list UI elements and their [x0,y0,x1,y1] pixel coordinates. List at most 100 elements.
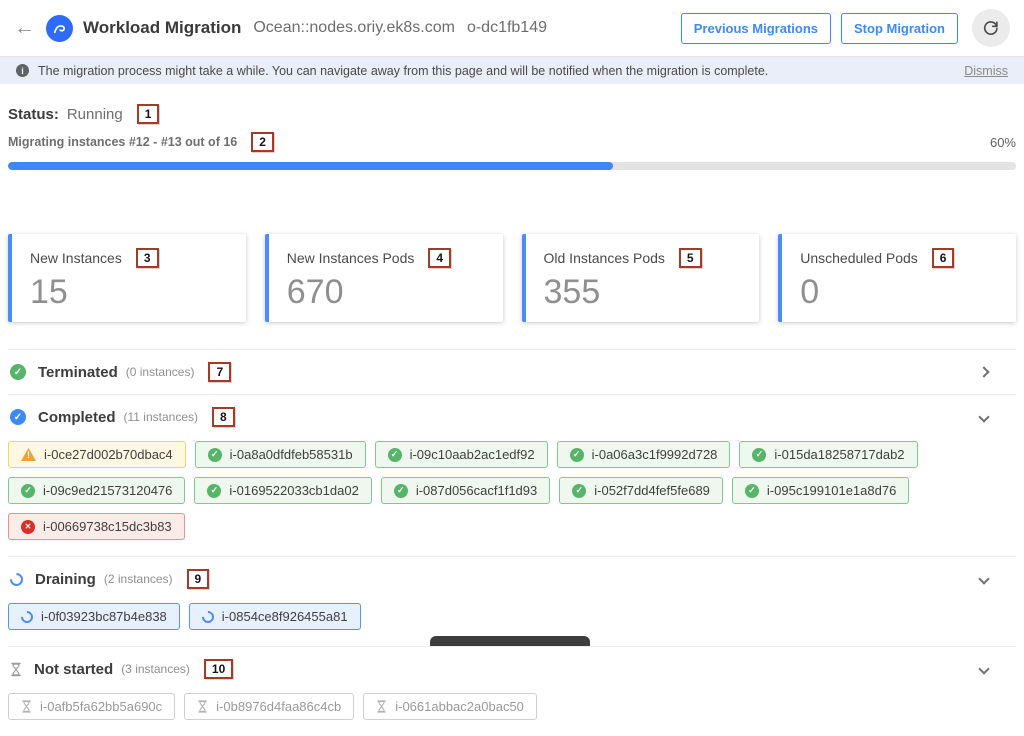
card-label-text: Unscheduled Pods [800,250,918,266]
card-label: New Instances 3 [30,248,230,268]
card-unscheduled-pods: Unscheduled Pods 6 0 [778,234,1016,322]
section-not-started: Not started (3 instances) 10 i-0afb5fa62… [8,646,1016,736]
check-circle-icon [745,484,759,498]
annotation-1: 1 [137,104,160,124]
annotation-8: 8 [212,407,235,427]
section-title: Completed [38,409,116,426]
instance-chip[interactable]: i-0a8a0dfdfeb58531b [195,441,366,468]
dismiss-link[interactable]: Dismiss [964,64,1008,78]
annotation-9: 9 [187,569,210,589]
banner-text: The migration process might take a while… [38,64,768,78]
instance-chip[interactable]: i-015da18258717dab2 [739,441,917,468]
instance-chip[interactable]: i-087d056cacf1f1d93 [381,477,550,504]
instance-chip[interactable]: i-0854ce8f926455a81 [189,603,361,630]
instance-id: i-087d056cacf1f1d93 [416,483,537,498]
back-arrow-icon[interactable] [14,16,40,40]
card-value: 670 [287,273,487,312]
instance-id: i-052f7dd4fef5fe689 [594,483,710,498]
card-label-text: New Instances [30,250,122,266]
hourglass-icon [21,700,32,713]
top-bar: Workload Migration Ocean::nodes.oriy.ek8… [0,0,1024,57]
section-title: Not started [34,661,113,678]
instance-chip[interactable]: i-0f03923bc87b4e838 [8,603,180,630]
instance-chip[interactable]: i-0b8976d4faa86c4cb [184,693,354,720]
instance-id: i-0854ce8f926455a81 [222,609,348,624]
instance-chip[interactable]: i-0ce27d002b70dbac4 [8,441,186,468]
info-icon [16,64,29,77]
annotation-10: 10 [204,659,233,679]
card-label: New Instances Pods 4 [287,248,487,268]
instance-id: i-0169522033cb1da02 [229,483,358,498]
card-value: 15 [30,273,230,312]
instance-chip[interactable]: i-00669738c15dc3b83 [8,513,185,540]
ocean-logo-icon [46,15,73,42]
instance-id: i-0b8976d4faa86c4cb [216,699,341,714]
hourglass-icon [10,662,22,677]
instance-id: i-0661abbac2a0bac50 [395,699,524,714]
section-terminated-header[interactable]: Terminated (0 instances) 7 [8,350,1016,394]
instance-id: i-0a8a0dfdfeb58531b [230,447,353,462]
annotation-3: 3 [136,248,159,268]
section-count: (2 instances) [104,572,173,586]
hourglass-icon [376,700,387,713]
chevron-right-icon[interactable] [978,366,989,377]
check-circle-icon [572,484,586,498]
resource-id: o-dc1fb149 [467,19,547,37]
check-circle-icon [752,448,766,462]
section-completed-header[interactable]: Completed (11 instances) 8 [8,395,1016,439]
instance-chip[interactable]: i-0661abbac2a0bac50 [363,693,537,720]
instance-id: i-0f03923bc87b4e838 [41,609,167,624]
section-title: Draining [35,571,96,588]
progress-bar [8,162,1016,170]
instance-chip[interactable]: i-095c199101e1a8d76 [732,477,909,504]
card-label: Old Instances Pods 5 [544,248,744,268]
progress-text: Migrating instances #12 - #13 out of 16 … [8,132,274,152]
check-circle-icon [207,484,221,498]
instance-chip[interactable]: i-09c10aab2ac1edf92 [375,441,548,468]
annotation-4: 4 [428,248,451,268]
instance-chip[interactable]: i-052f7dd4fef5fe689 [559,477,723,504]
section-title: Terminated [38,364,118,381]
card-old-instances-pods: Old Instances Pods 5 355 [522,234,760,322]
instance-chip[interactable]: i-09c9ed21573120476 [8,477,185,504]
spinner-icon [7,570,25,588]
chevron-down-icon[interactable] [978,573,989,584]
section-not-started-header[interactable]: Not started (3 instances) 10 [8,647,1016,691]
check-circle-green-icon [10,364,26,380]
section-count: (3 instances) [121,662,190,676]
card-label: Unscheduled Pods 6 [800,248,1000,268]
warning-triangle-icon [21,448,36,461]
spinner-icon [199,608,216,625]
card-new-instances: New Instances 3 15 [8,234,246,322]
chevron-down-icon[interactable] [978,663,989,674]
instance-chip[interactable]: i-0169522033cb1da02 [194,477,371,504]
check-circle-icon [570,448,584,462]
card-value: 0 [800,273,1000,312]
hourglass-icon [197,700,208,713]
instance-id: i-09c9ed21573120476 [43,483,172,498]
stop-migration-button[interactable]: Stop Migration [841,13,958,44]
not-started-chips: i-0afb5fa62bb5a690c i-0b8976d4faa86c4cb … [8,691,968,736]
card-new-instances-pods: New Instances Pods 4 670 [265,234,503,322]
instance-chip[interactable]: i-0a06a3c1f9992d728 [557,441,731,468]
card-label-text: New Instances Pods [287,250,415,266]
card-label-text: Old Instances Pods [544,250,665,266]
progress-row: Migrating instances #12 - #13 out of 16 … [8,132,1016,152]
instance-id: i-0afb5fa62bb5a690c [40,699,162,714]
previous-migrations-button[interactable]: Previous Migrations [681,13,831,44]
page-title: Workload Migration [83,18,241,38]
progress-percent: 60% [990,135,1016,150]
annotation-7: 7 [208,362,231,382]
section-completed: Completed (11 instances) 8 i-0ce27d002b7… [8,394,1016,556]
section-terminated: Terminated (0 instances) 7 [8,349,1016,394]
instance-id: i-0a06a3c1f9992d728 [592,447,718,462]
completed-chips: i-0ce27d002b70dbac4 i-0a8a0dfdfeb58531b … [8,439,968,556]
section-draining-header[interactable]: Draining (2 instances) 9 [8,557,1016,601]
instance-chip[interactable]: i-0afb5fa62bb5a690c [8,693,175,720]
refresh-button[interactable] [972,9,1010,47]
instance-id: i-00669738c15dc3b83 [43,519,172,534]
chevron-down-icon[interactable] [978,411,989,422]
check-circle-blue-icon [10,409,26,425]
annotation-5: 5 [679,248,702,268]
cluster-name: Ocean::nodes.oriy.ek8s.com [253,19,455,37]
